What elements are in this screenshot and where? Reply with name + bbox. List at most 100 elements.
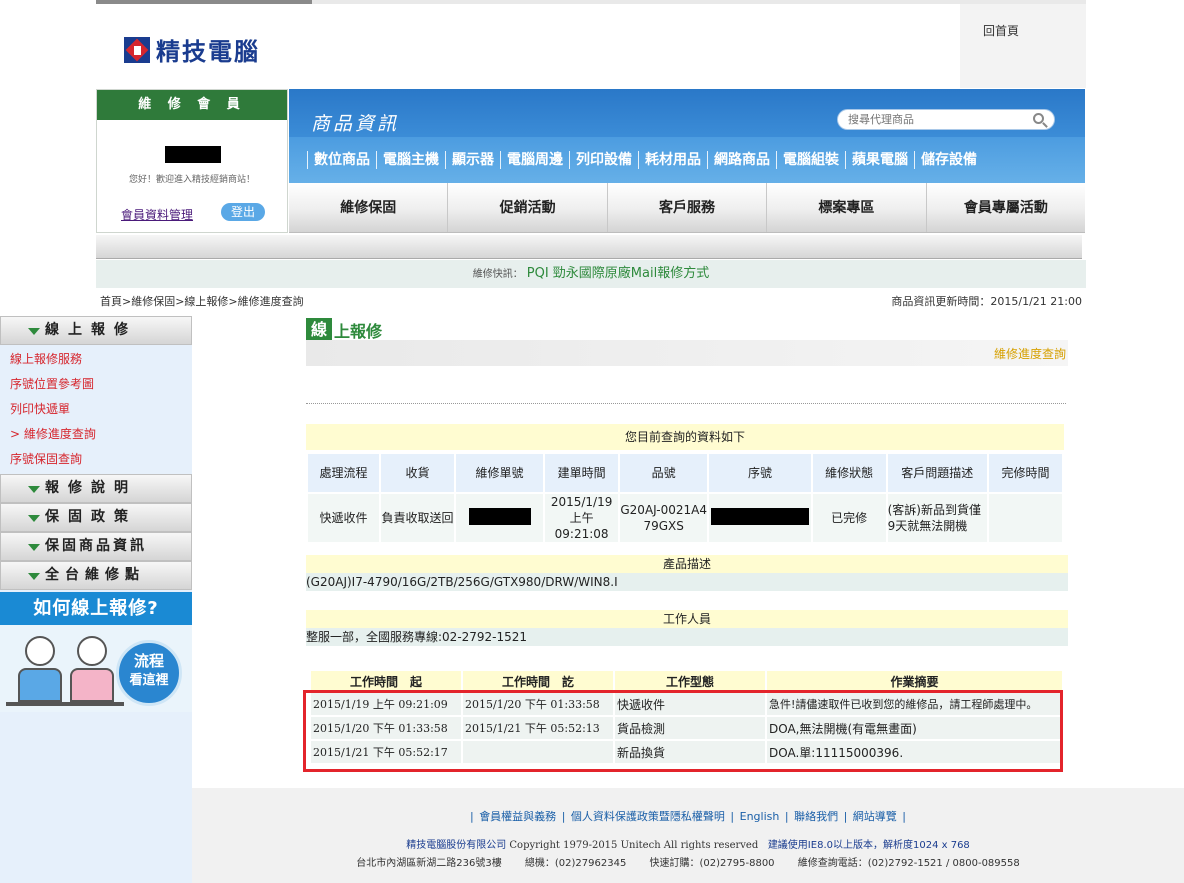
sidebar: 線上報修 線上報修服務 序號位置參考圖 列印快遞單 > 維修進度查詢 序號保固查… xyxy=(0,316,192,883)
staff-info: 整服一部，全國服務專線:02-2792-1521 xyxy=(306,628,1068,646)
staff-icon xyxy=(68,636,116,702)
col-work-end: 工作時間 訖 xyxy=(463,671,613,691)
col-flow: 處理流程 xyxy=(308,454,379,492)
footer-copyright: 精技電腦股份有限公司 Copyright 1979-2015 Unitech A… xyxy=(192,836,1184,851)
cell-part-no: G20AJ-0021A479GXS xyxy=(620,494,708,542)
address: 台北市內湖區新湖二路236號3樓 xyxy=(356,858,502,869)
home-link[interactable]: 回首頁 xyxy=(983,22,1019,39)
product-desc: (G20AJ)I7-4790/16G/2TB/256G/GTX980/DRW/W… xyxy=(306,573,1068,591)
col-part-no: 品號 xyxy=(620,454,708,492)
category-supplies[interactable]: 耗材用品 xyxy=(638,151,707,169)
sidebar-section-warranty-policy[interactable]: 保固政策 xyxy=(0,503,192,532)
page-root: 回首頁 精技電腦 維 修 會 員 您好！歡迎進入精技經銷商站！ 會員資料管理 登… xyxy=(0,0,1184,883)
sidebar-item-serial-warranty[interactable]: 序號保固查詢 xyxy=(10,447,192,472)
category-nav: 數位商品 電腦主機 顯示器 電腦周邊 列印設備 耗材用品 網路商品 電腦組裝 蘋… xyxy=(307,151,983,169)
sidebar-item-repair-progress[interactable]: > 維修進度查詢 xyxy=(10,422,192,447)
sidebar-submenu: 線上報修服務 序號位置參考圖 列印快遞單 > 維修進度查詢 序號保固查詢 xyxy=(0,345,192,474)
help-banner[interactable]: 如何線上報修? 流程 看這裡 xyxy=(0,592,192,712)
category-peripheral[interactable]: 電腦周邊 xyxy=(500,151,569,169)
footer-link-english[interactable]: English xyxy=(740,810,780,823)
nav-repair-warranty[interactable]: 維修保固 xyxy=(289,183,449,232)
title-badge: 線 xyxy=(306,318,332,342)
logo-icon xyxy=(124,36,150,63)
table-row: 快遞收件 負責收取送回 2015/1/19 上午 09:21:08 G20AJ-… xyxy=(308,494,1062,542)
nav-customer-service[interactable]: 客戶服務 xyxy=(608,183,768,232)
footer-link-contact[interactable]: 聯絡我們 xyxy=(794,810,838,823)
redacted-repair-no xyxy=(468,507,531,525)
company-name: 精技電腦股份有限公司 xyxy=(406,840,507,851)
repair-progress-link[interactable]: 維修進度查詢 xyxy=(994,345,1066,362)
col-serial: 序號 xyxy=(709,454,811,492)
title-text: 上報修 xyxy=(334,322,383,341)
flow-badge-line1: 流程 xyxy=(133,652,164,670)
category-apple[interactable]: 蘋果電腦 xyxy=(845,151,914,169)
company-logo[interactable]: 精技電腦 xyxy=(124,32,260,67)
sidebar-section-warranty-products[interactable]: 保固商品資訊 xyxy=(0,532,192,561)
flow-badge[interactable]: 流程 看這裡 xyxy=(116,640,182,706)
member-welcome-text: 您好！歡迎進入精技經銷商站！ xyxy=(128,175,255,185)
footer-contact: 台北市內湖區新湖二路236號3樓 總機：(02)27962345 快速訂購：(0… xyxy=(192,854,1184,869)
member-panel-title: 維 修 會 員 xyxy=(97,90,287,120)
category-network[interactable]: 網路商品 xyxy=(707,151,776,169)
redacted-username xyxy=(165,146,221,163)
footer-link-member-rights[interactable]: 會員權益與義務 xyxy=(479,810,556,823)
sidebar-section-repair-guide[interactable]: 報修說明 xyxy=(0,474,192,503)
col-work-summary: 作業摘要 xyxy=(767,671,1062,691)
sub-nav-bar xyxy=(96,235,1082,259)
footer-link-privacy[interactable]: 個人資料保護政策暨隱私權聲明 xyxy=(571,810,725,823)
news-link[interactable]: PQI 勁永國際原廠Mail報修方式 xyxy=(527,266,709,281)
help-banner-title: 如何線上報修? xyxy=(0,592,192,625)
nav-promotions[interactable]: 促銷活動 xyxy=(448,183,608,232)
category-digital[interactable]: 數位商品 xyxy=(307,151,376,169)
logout-button[interactable]: 登出 xyxy=(221,203,265,221)
member-manage-link[interactable]: 會員資料管理 xyxy=(121,206,193,223)
nav-member-events[interactable]: 會員專屬活動 xyxy=(927,183,1085,232)
main-nav: 維修保固 促銷活動 客戶服務 標案專區 會員專屬活動 xyxy=(289,183,1085,233)
query-result-table: 處理流程 收貨 維修單號 建單時間 品號 序號 維修狀態 客戶問題描述 完修時間… xyxy=(306,452,1064,544)
title-band: 維修進度查詢 xyxy=(306,340,1068,366)
sidebar-item-print-waybill[interactable]: 列印快遞單 xyxy=(10,397,192,422)
top-strip xyxy=(96,0,1086,4)
sidebar-section-service-points[interactable]: 全台維修點 xyxy=(0,561,192,590)
highlight-box xyxy=(303,690,1063,772)
col-receive: 收貨 xyxy=(380,454,454,492)
logo-text: 精技電腦 xyxy=(156,37,260,66)
col-finished: 完修時間 xyxy=(988,454,1062,492)
col-repair-no: 維修單號 xyxy=(455,454,544,492)
cell-finished xyxy=(988,494,1062,542)
search-icon[interactable] xyxy=(1033,113,1044,124)
cell-created: 2015/1/19 上午 09:21:08 xyxy=(545,494,619,542)
category-assembly[interactable]: 電腦組裝 xyxy=(776,151,845,169)
col-work-start: 工作時間 起 xyxy=(311,671,461,691)
nav-tender[interactable]: 標案專區 xyxy=(767,183,927,232)
footer-link-sitemap[interactable]: 網站導覽 xyxy=(853,810,897,823)
sidebar-item-online-repair-service[interactable]: 線上報修服務 xyxy=(10,347,192,372)
sidebar-item-serial-location[interactable]: 序號位置參考圖 xyxy=(10,372,192,397)
member-panel: 維 修 會 員 您好！歡迎進入精技經銷商站！ 會員資料管理 登出 xyxy=(96,89,288,233)
cell-receive: 負責收取送回 xyxy=(380,494,454,542)
sidebar-section-online-repair[interactable]: 線上報修 xyxy=(0,316,192,345)
category-monitor[interactable]: 顯示器 xyxy=(445,151,500,169)
order-phone: 快速訂購：(02)2795-8800 xyxy=(649,858,775,869)
cell-serial xyxy=(709,494,811,542)
col-work-type: 工作型態 xyxy=(615,671,765,691)
breadcrumb: 首頁>維修保固>線上報修>維修進度查詢 xyxy=(100,295,304,308)
col-status: 維修狀態 xyxy=(812,454,886,492)
search-box xyxy=(837,109,1055,130)
category-pc[interactable]: 電腦主機 xyxy=(376,151,445,169)
product-info-header: 商品資訊 數位商品 電腦主機 顯示器 電腦周邊 列印設備 耗材用品 網路商品 電… xyxy=(289,89,1085,183)
col-created: 建單時間 xyxy=(545,454,619,492)
product-desc-head: 產品描述 xyxy=(306,555,1068,573)
category-storage[interactable]: 儲存設備 xyxy=(914,151,983,169)
staff-head: 工作人員 xyxy=(306,610,1068,628)
staff-icon xyxy=(16,636,64,702)
query-result-title: 您目前查詢的資料如下 xyxy=(306,424,1064,450)
page-title: 線 上報修 xyxy=(306,318,382,342)
cell-status: 已完修 xyxy=(812,494,886,542)
category-printer[interactable]: 列印設備 xyxy=(569,151,638,169)
news-ticker: 維修快訊： PQI 勁永國際原廠Mail報修方式 xyxy=(96,260,1086,288)
search-input[interactable] xyxy=(848,110,1028,129)
home-area xyxy=(960,4,1086,88)
main-phone: 總機：(02)27962345 xyxy=(524,858,627,869)
cell-repair-no xyxy=(455,494,544,542)
